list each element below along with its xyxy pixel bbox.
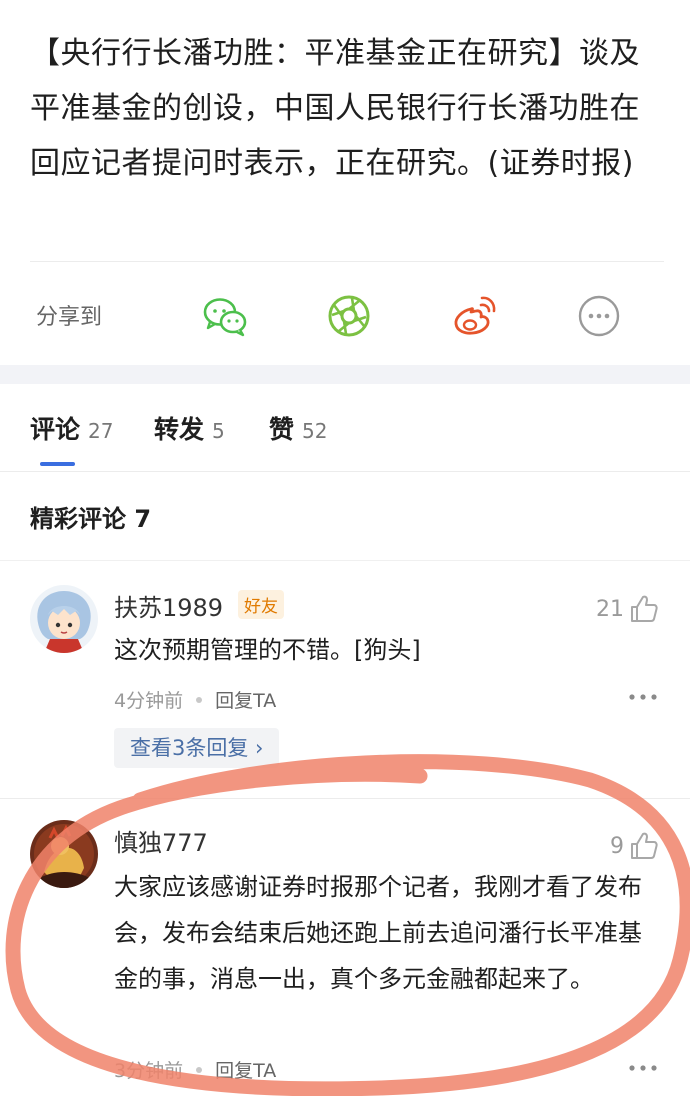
active-tab-indicator [40, 462, 75, 466]
more-icon[interactable] [576, 293, 622, 339]
comment-text: 这次预期管理的不错。[狗头] [114, 636, 421, 664]
like-button[interactable]: 21 [596, 593, 660, 625]
tab-comments-count: 27 [88, 419, 114, 443]
section-divider [0, 560, 690, 561]
comment-username[interactable]: 慎独777 [114, 823, 208, 858]
share-bar: 分享到 [0, 285, 690, 345]
comment-username[interactable]: 扶苏1989 [114, 588, 223, 623]
comment-divider [0, 798, 690, 799]
tab-likes-count: 52 [302, 419, 328, 443]
like-count: 21 [596, 596, 624, 622]
more-options-icon[interactable] [628, 692, 658, 702]
comment-meta: 3分钟前 回复TA [114, 1056, 276, 1083]
section-separator [0, 365, 690, 384]
avatar[interactable] [30, 585, 98, 653]
tab-reposts[interactable]: 转发 5 [154, 410, 225, 450]
thumbs-up-icon [631, 595, 658, 622]
tab-likes[interactable]: 赞 52 [269, 410, 327, 450]
friend-badge: 好友 [238, 590, 284, 619]
moments-icon[interactable] [326, 293, 372, 339]
comment-meta: 4分钟前 回复TA [114, 686, 276, 713]
tab-comments-label: 评论 [30, 415, 81, 444]
reply-button[interactable]: 回复TA [215, 690, 276, 712]
more-options-icon[interactable] [628, 1063, 658, 1073]
tabs-divider [0, 471, 690, 472]
tab-likes-label: 赞 [269, 415, 295, 444]
wechat-icon[interactable] [202, 293, 248, 339]
tab-comments[interactable]: 评论 27 [30, 410, 113, 450]
comment-time: 3分钟前 [114, 1060, 184, 1082]
post-text: 【央行行长潘功胜：平准基金正在研究】谈及平准基金的创设，中国人民银行行长潘功胜在… [30, 36, 640, 181]
comment-text: 大家应该感谢证券时报那个记者，我刚才看了发布会，发布会结束后她还跑上前去追问潘行… [114, 873, 642, 993]
like-button[interactable]: 9 [610, 830, 660, 862]
comment-time: 4分钟前 [114, 690, 184, 712]
weibo-icon[interactable] [451, 293, 497, 339]
comment-tabs: 评论 27 转发 5 赞 52 [0, 400, 690, 470]
post-divider [30, 261, 664, 262]
thumbs-up-icon [631, 832, 658, 859]
tab-reposts-label: 转发 [154, 415, 205, 444]
reply-button[interactable]: 回复TA [215, 1060, 276, 1082]
avatar[interactable] [30, 820, 98, 888]
share-label: 分享到 [36, 305, 103, 330]
tab-reposts-count: 5 [212, 419, 225, 443]
section-title: 精彩评论 7 [30, 505, 152, 533]
like-count: 9 [610, 833, 624, 859]
view-replies-button[interactable]: 查看3条回复 › [114, 728, 280, 768]
